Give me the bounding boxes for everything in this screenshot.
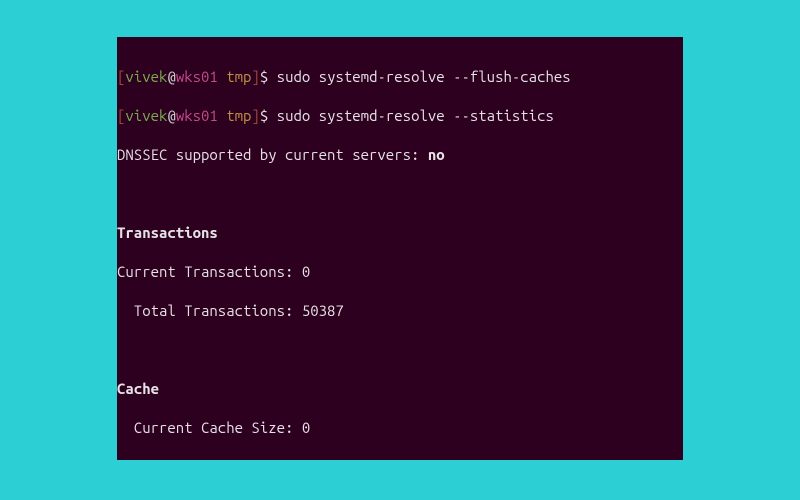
section-title-cache: Cache [117,379,683,399]
prompt-user: vivek [125,107,167,124]
stat-row: Total Transactions: 50387 [117,301,683,321]
stat-value: 50387 [302,302,344,319]
stat-value: 0 [302,263,310,280]
terminal-window[interactable]: [vivek@wks01 tmp]$ sudo systemd-resolve … [117,37,683,460]
prompt-dollar: $ [260,107,277,124]
command-text: sudo systemd-resolve --flush-caches [277,68,571,85]
stat-label: Current Transactions: [117,263,302,280]
stat-row: Current Cache Size: 0 [117,418,683,438]
stat-row: Current Transactions: 0 [117,262,683,282]
blank-line [117,340,683,360]
stat-value: 4667 [302,458,336,461]
stat-label: Cache Hits: [117,458,302,461]
prompt-at: @ [167,68,175,85]
command-text: sudo systemd-resolve --statistics [277,107,554,124]
stat-label: Current Cache Size: [117,419,302,436]
dnssec-supported-label: DNSSEC supported by current servers: [117,146,428,163]
stat-value: 0 [302,419,310,436]
prompt-dir: tmp [226,68,251,85]
dnssec-supported-line: DNSSEC supported by current servers: no [117,145,683,165]
prompt-host: wks01 [176,107,218,124]
prompt-host: wks01 [176,68,218,85]
command-line-2: [vivek@wks01 tmp]$ sudo systemd-resolve … [117,106,683,126]
stat-label: Total Transactions: [117,302,302,319]
command-line-1: [vivek@wks01 tmp]$ sudo systemd-resolve … [117,67,683,87]
bracket-close: ] [251,107,259,124]
dnssec-supported-value: no [428,146,445,163]
prompt-dir: tmp [226,107,251,124]
prompt-dollar: $ [260,68,277,85]
section-title-transactions: Transactions [117,223,683,243]
prompt-at: @ [167,107,175,124]
bracket-close: ] [251,68,259,85]
blank-line [117,184,683,204]
prompt-user: vivek [125,68,167,85]
stat-row: Cache Hits: 4667 [117,457,683,461]
